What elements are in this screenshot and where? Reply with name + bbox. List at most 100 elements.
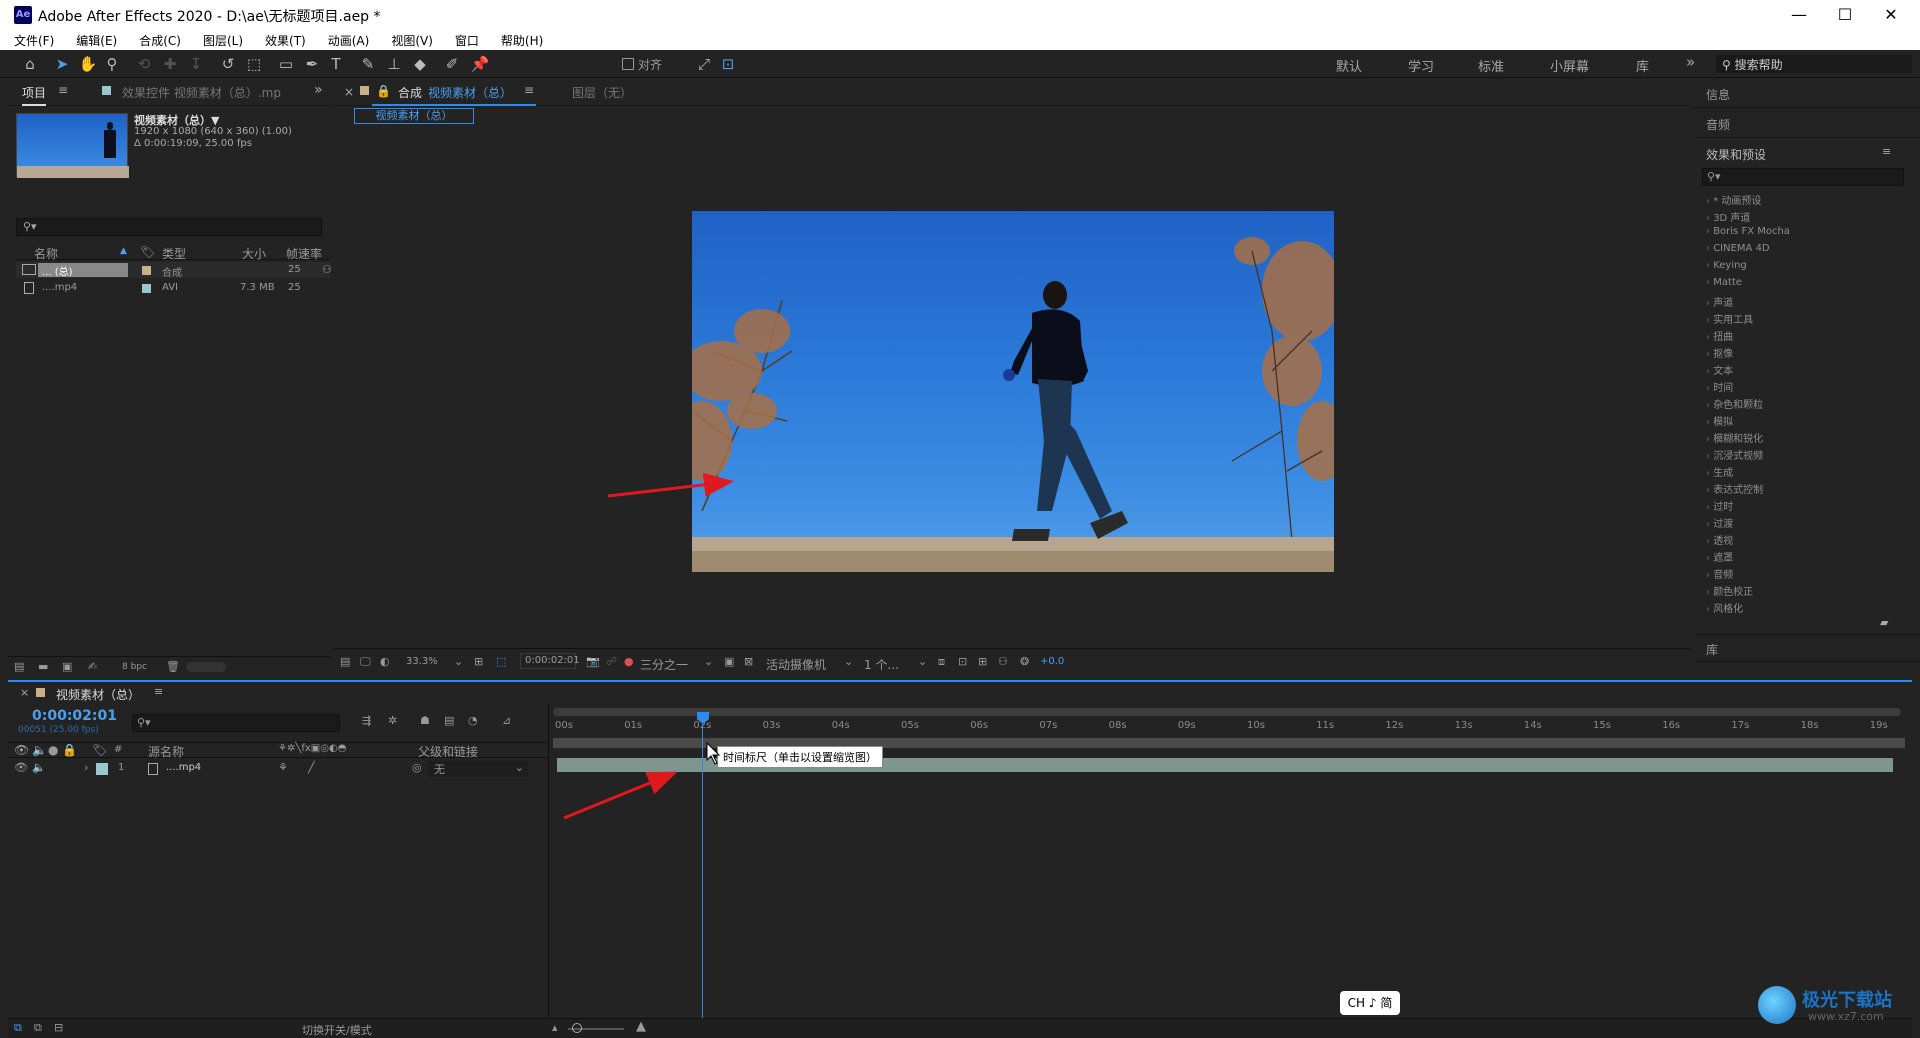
menu-help[interactable]: 帮助(H)	[487, 30, 551, 49]
effect-category-item[interactable]: 文本	[1706, 362, 1733, 379]
tab-layer[interactable]: 图层（无）	[572, 84, 632, 101]
new-folder-icon[interactable]: ▬	[38, 660, 48, 673]
adjust-project-icon[interactable]: ✍	[88, 660, 97, 673]
pan-camera-icon[interactable]: ✚	[160, 54, 180, 74]
effect-category-item[interactable]: 时间	[1706, 379, 1733, 396]
pen-tool-icon[interactable]: ✒	[302, 54, 322, 74]
current-time-display[interactable]: 0:00:02:01	[32, 708, 117, 724]
quality-switch-icon[interactable]: ╱	[308, 761, 315, 774]
tab-effect-controls[interactable]: 效果控件 视频素材（总）.mp	[122, 84, 281, 101]
workspace-standard[interactable]: 标准	[1478, 56, 1504, 75]
col-size[interactable]: 大小	[242, 245, 266, 262]
rectangle-tool-icon[interactable]: ▭	[276, 54, 296, 74]
library-panel-header[interactable]: 库	[1694, 634, 1920, 662]
info-panel-header[interactable]: 信息	[1694, 80, 1920, 108]
audio-panel-header[interactable]: 音频	[1694, 110, 1920, 138]
menu-view[interactable]: 视图(V)	[377, 30, 441, 49]
chevron-down-icon[interactable]: ⌄	[454, 655, 463, 668]
comp-mini-flowchart-icon[interactable]: ⇶	[362, 714, 371, 727]
effect-category-item[interactable]: 表达式控制	[1706, 481, 1763, 498]
new-composition-icon[interactable]: ▣	[62, 660, 72, 673]
time-ruler[interactable]: 00s01s02s03s04s05s06s07s08s09s10s11s12s1…	[549, 716, 1913, 738]
effect-category-item[interactable]: * 动画预设	[1706, 192, 1761, 209]
frame-blending-icon[interactable]: ▤	[444, 714, 454, 727]
maximize-button[interactable]: ☐	[1822, 0, 1868, 30]
3d-renderer-icon[interactable]: ⊡	[958, 655, 967, 668]
effects-search-input[interactable]: ⚲▾	[1702, 168, 1904, 186]
hand-tool-icon[interactable]: ✋	[78, 54, 98, 74]
snapshot-camera-icon[interactable]: 📷	[586, 655, 600, 668]
bit-depth-button[interactable]: 8 bpc	[122, 662, 147, 672]
effect-category-item[interactable]: 扭曲	[1706, 328, 1733, 345]
home-icon[interactable]: ⌂	[20, 54, 40, 74]
table-row[interactable]: ... (总) 合成 25 ⚇	[16, 262, 332, 279]
draft-3d-icon[interactable]: ✲	[388, 714, 397, 727]
menu-edit[interactable]: 编辑(E)	[62, 30, 125, 49]
menu-file[interactable]: 文件(F)	[0, 30, 62, 49]
thumbnail-size-slider[interactable]	[186, 662, 226, 672]
menu-animation[interactable]: 动画(A)	[314, 30, 378, 49]
tab-project[interactable]: 项目	[22, 84, 47, 106]
flowchart-icon[interactable]: ⚇	[322, 263, 332, 276]
panel-menu-icon[interactable]: ≡	[58, 83, 68, 97]
time-navigator[interactable]	[553, 708, 1901, 716]
mask-visibility-icon[interactable]: ◐	[380, 655, 390, 668]
text-tool-icon[interactable]: T	[326, 54, 346, 74]
effect-category-item[interactable]: 抠像	[1706, 345, 1733, 362]
camera-dropdown[interactable]: 活动摄像机	[766, 656, 826, 673]
effect-category-item[interactable]: CINEMA 4D	[1706, 243, 1769, 260]
new-bin-icon[interactable]: ▰	[1880, 616, 1888, 629]
close-tab-icon[interactable]: ×	[344, 85, 354, 99]
graph-editor-icon[interactable]: ⊿	[502, 714, 511, 727]
color-channels-icon[interactable]: ●	[624, 655, 634, 668]
snap-target-icon[interactable]: ⊡	[718, 54, 738, 74]
resolution-dropdown[interactable]: 三分之一	[640, 656, 688, 673]
pickwhip-icon[interactable]: ◎	[412, 761, 422, 774]
viewer-timecode[interactable]: 0:00:02:01	[520, 653, 580, 669]
layer-switches-icon[interactable]: ⧉	[14, 1021, 22, 1035]
search-help-input[interactable]: ⚲ 搜索帮助	[1716, 55, 1912, 73]
motion-blur-icon[interactable]: ◔	[468, 714, 478, 727]
effect-category-item[interactable]: Boris FX Mocha	[1706, 226, 1790, 243]
audio-speaker-icon[interactable]: 🔈	[32, 761, 46, 774]
toggle-pixel-aspect-icon[interactable]: ⧈	[938, 655, 945, 669]
effect-category-item[interactable]: 沉浸式视频	[1706, 447, 1763, 464]
timeline-search-input[interactable]: ⚲▾	[132, 714, 340, 732]
chevron-down-icon[interactable]: ⌄	[704, 655, 713, 668]
table-row[interactable]: ....mp4 AVI 7.3 MB 25	[16, 280, 330, 296]
shy-switch-icon[interactable]: ⚘	[278, 761, 288, 774]
close-tab-icon[interactable]: ×	[20, 686, 29, 699]
effect-category-item[interactable]: 模糊和锐化	[1706, 430, 1763, 447]
workspace-library[interactable]: 库	[1636, 56, 1649, 75]
visibility-eye-icon[interactable]: 👁	[14, 743, 29, 757]
effect-category-item[interactable]: 生成	[1706, 464, 1733, 481]
effect-category-item[interactable]: 3D 声道	[1706, 209, 1750, 226]
comp-breadcrumb[interactable]: 视频素材（总）	[354, 108, 474, 124]
monitor-icon[interactable]: 🖵	[360, 655, 371, 669]
roto-brush-icon[interactable]: ✐	[442, 54, 462, 74]
parent-dropdown[interactable]: 无 ⌄	[428, 761, 528, 777]
transparency-grid-icon[interactable]: ⊠	[744, 655, 753, 668]
panel-menu-icon[interactable]: ≡	[154, 685, 163, 698]
tab-comp-prefix[interactable]: 合成	[398, 84, 422, 101]
col-source-name[interactable]: 源名称	[148, 743, 184, 760]
tab-timeline-comp[interactable]: 视频素材（总）	[56, 686, 140, 703]
close-button[interactable]: ✕	[1868, 0, 1914, 30]
workspace-small-screen[interactable]: 小屏幕	[1550, 56, 1589, 75]
panel-menu-icon[interactable]: ≡	[524, 83, 534, 97]
lock-icon[interactable]: 🔒	[376, 84, 391, 98]
interpret-footage-icon[interactable]: ▤	[14, 660, 24, 673]
effect-category-item[interactable]: 音频	[1706, 566, 1733, 583]
zoom-slider-thumb[interactable]	[572, 1023, 582, 1033]
menu-layer[interactable]: 图层(L)	[189, 30, 251, 49]
timeline-icon[interactable]: ⊞	[978, 655, 987, 668]
flowchart-icon[interactable]: ⚇	[998, 655, 1008, 668]
exposure-value[interactable]: +0.0	[1040, 656, 1064, 667]
align-checkbox[interactable]	[622, 58, 634, 70]
brush-tool-icon[interactable]: ✎	[358, 54, 378, 74]
composition-frame[interactable]	[692, 211, 1334, 572]
effect-category-item[interactable]: 杂色和颗粒	[1706, 396, 1763, 413]
audio-speaker-icon[interactable]: 🔈	[32, 743, 47, 757]
shy-layers-icon[interactable]: ☗	[420, 714, 430, 727]
orbit-camera-icon[interactable]: ⟲	[134, 54, 154, 74]
